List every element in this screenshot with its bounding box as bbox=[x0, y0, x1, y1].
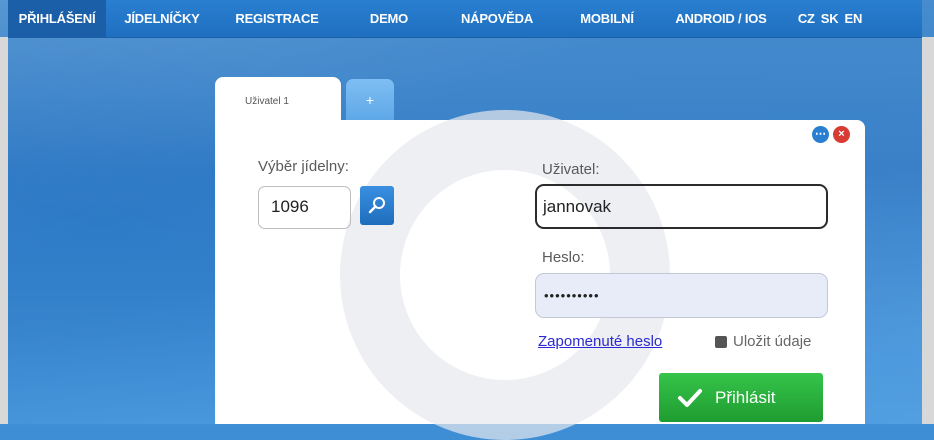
right-border bbox=[922, 37, 934, 424]
remember-me[interactable]: Uložit údaje bbox=[715, 333, 811, 350]
nav-item-prihlaseni[interactable]: PŘIHLÁŠENÍ bbox=[8, 0, 106, 37]
nav-item-mobilni[interactable]: MOBILNÍ bbox=[552, 0, 662, 37]
password-input[interactable]: •••••••••• bbox=[535, 273, 828, 318]
nav-item-jidelnicky[interactable]: JÍDELNÍČKY bbox=[106, 0, 218, 37]
add-tab-label: + bbox=[365, 91, 375, 108]
card-controls: ⋯ × bbox=[812, 126, 850, 143]
top-navigation: PŘIHLÁŠENÍ JÍDELNÍČKY REGISTRACE DEMO NÁ… bbox=[8, 0, 922, 38]
nav-item-napoveda[interactable]: NÁPOVĚDA bbox=[442, 0, 552, 37]
language-sk[interactable]: SK bbox=[821, 11, 839, 26]
nav-item-registrace[interactable]: REGISTRACE bbox=[218, 0, 336, 37]
nav-item-android-ios[interactable]: ANDROID / IOS bbox=[662, 0, 780, 37]
language-en[interactable]: EN bbox=[844, 11, 862, 26]
tab-user-1-label: Uživatel 1 bbox=[245, 96, 289, 107]
tab-user-1[interactable]: Uživatel 1 bbox=[215, 77, 341, 121]
search-icon bbox=[368, 196, 385, 213]
remember-label: Uložit údaje bbox=[733, 333, 812, 350]
nav-item-demo[interactable]: DEMO bbox=[336, 0, 442, 37]
close-icon[interactable]: × bbox=[833, 126, 850, 143]
canteen-label: Výběr jídelny: bbox=[258, 158, 349, 175]
canteen-input[interactable]: 1096 bbox=[258, 186, 351, 229]
forgot-password-link[interactable]: Zapomenuté heslo bbox=[538, 333, 662, 350]
canteen-search-button[interactable] bbox=[360, 186, 394, 225]
login-button-label: Přihlásit bbox=[715, 387, 776, 407]
user-label: Uživatel: bbox=[542, 161, 600, 178]
login-button[interactable]: Přihlásit bbox=[659, 373, 823, 422]
add-tab-button[interactable]: + bbox=[346, 79, 394, 120]
more-icon[interactable]: ⋯ bbox=[812, 126, 829, 143]
password-label: Heslo: bbox=[542, 249, 585, 266]
remember-checkbox[interactable] bbox=[715, 335, 727, 348]
language-switcher: CZ SK EN bbox=[780, 0, 880, 37]
username-input[interactable]: jannovak bbox=[535, 184, 828, 229]
left-border bbox=[0, 37, 8, 424]
language-cz[interactable]: CZ bbox=[798, 11, 815, 26]
check-icon bbox=[677, 387, 703, 409]
